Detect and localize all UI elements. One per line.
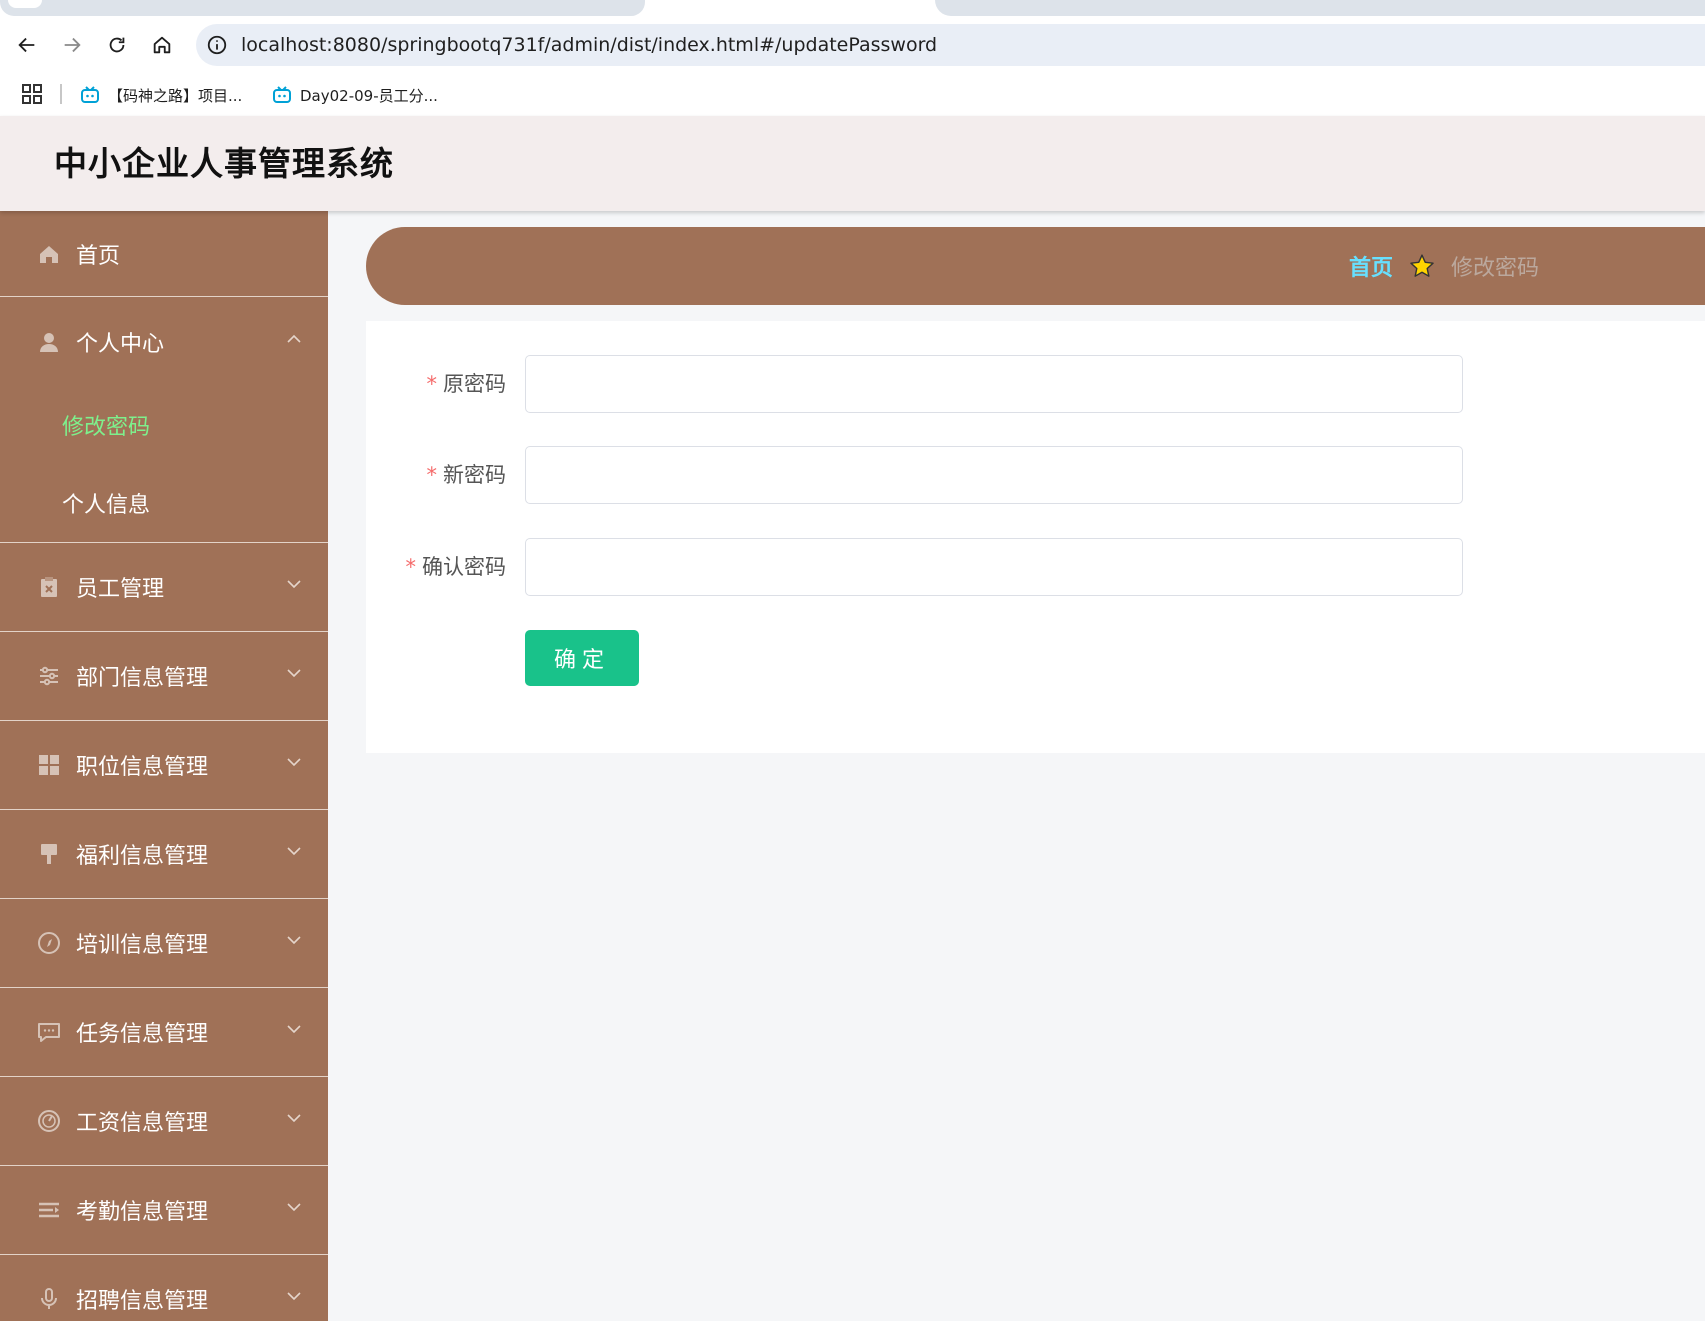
sidebar-item-welfare[interactable]: 福利信息管理 (0, 810, 328, 899)
chevron-down-icon (287, 580, 301, 589)
user-icon (36, 329, 62, 355)
bookmark-label: 【码神之路】项目... (108, 86, 243, 105)
apps-grid-icon[interactable] (22, 84, 42, 104)
sidebar-item-employee[interactable]: 员工管理 (0, 543, 328, 632)
new-password-input[interactable] (525, 446, 1463, 504)
chevron-down-icon (287, 847, 301, 856)
browser-toolbar: localhost:8080/springbootq731f/admin/dis… (0, 16, 1705, 74)
browser-tabstrip (0, 0, 1705, 16)
bookmarks-separator (60, 84, 62, 104)
new-password-label: * 新密码 (426, 463, 507, 487)
sidebar-item-label: 任务信息管理 (76, 1022, 209, 1047)
required-mark: * (426, 372, 438, 396)
sidebar-item-label: 工资信息管理 (76, 1111, 209, 1136)
grid-icon (36, 752, 62, 778)
sidebar-item-personal-center[interactable]: 个人中心 (0, 297, 328, 386)
bilibili-icon (273, 86, 291, 103)
reload-icon (109, 37, 125, 53)
chevron-down-icon (287, 1025, 301, 1034)
sidebar-item-position[interactable]: 职位信息管理 (0, 721, 328, 810)
change-password-form: * 原密码 * 新密码 * 确认密码 确定 (366, 321, 1705, 753)
bilibili-icon (81, 86, 99, 103)
browser-tab[interactable] (935, 0, 1705, 16)
tab-favicon (8, 0, 42, 8)
reload-button[interactable] (100, 28, 134, 62)
submit-button[interactable]: 确定 (525, 630, 639, 686)
back-arrow-icon (18, 37, 35, 53)
chevron-down-icon (287, 936, 301, 945)
url-text[interactable]: localhost:8080/springbootq731f/admin/dis… (241, 24, 937, 66)
star-icon (1410, 254, 1434, 277)
sidebar-item-training[interactable]: 培训信息管理 (0, 899, 328, 988)
browser-tab[interactable] (0, 0, 645, 16)
sidebar-item-recruitment[interactable]: 招聘信息管理 (0, 1255, 328, 1321)
chevron-down-icon (287, 758, 301, 767)
list-icon (36, 1197, 62, 1223)
home-button[interactable] (145, 28, 179, 62)
bookmark-item[interactable]: 【码神之路】项目... (80, 80, 242, 110)
sidebar-subitem-change-password[interactable]: 修改密码 (0, 386, 328, 464)
sidebar-item-label: 职位信息管理 (76, 755, 209, 780)
chevron-down-icon (287, 1114, 301, 1123)
sidebar-item-label: 个人中心 (76, 331, 165, 357)
sidebar-item-attendance[interactable]: 考勤信息管理 (0, 1166, 328, 1255)
sidebar-item-salary[interactable]: 工资信息管理 (0, 1077, 328, 1166)
old-password-label: * 原密码 (426, 372, 507, 396)
app-header: 中小企业人事管理系统 (0, 116, 1705, 211)
submenu-personal-center: 个人中心 修改密码 个人信息 (0, 297, 328, 543)
required-mark: * (405, 555, 417, 579)
clipboard-icon (36, 574, 62, 600)
bookmarks-bar: 【码神之路】项目... Day02-09-员工分... (0, 74, 1705, 116)
microphone-icon (36, 1286, 62, 1312)
form-row-new-password: * 新密码 (366, 446, 1466, 504)
home-icon (153, 36, 171, 54)
back-button[interactable] (10, 28, 44, 62)
compass-icon (36, 930, 62, 956)
breadcrumb-current: 修改密码 (1451, 256, 1540, 281)
brush-icon (36, 841, 62, 867)
form-row-old-password: * 原密码 (366, 355, 1466, 413)
sidebar-subitem-personal-info[interactable]: 个人信息 (0, 464, 328, 542)
sidebar-item-label: 首页 (76, 243, 121, 269)
confirm-password-input[interactable] (525, 538, 1463, 596)
sidebar-item-label: 培训信息管理 (76, 933, 209, 958)
breadcrumb: 首页 修改密码 (1349, 227, 1539, 305)
sidebar-item-task[interactable]: 任务信息管理 (0, 988, 328, 1077)
gauge-icon (36, 1108, 62, 1134)
bookmark-item[interactable]: Day02-09-员工分... (272, 80, 438, 110)
house-icon (36, 241, 62, 267)
bookmark-label: Day02-09-员工分... (300, 86, 438, 105)
sidebar: 首页 个人中心 修改密码 个人信息 员工管理 部门信息管理 职位信息管理 福利信… (0, 211, 328, 1321)
app-title: 中小企业人事管理系统 (54, 144, 394, 183)
chevron-up-icon (287, 334, 301, 343)
chevron-down-icon (287, 1292, 301, 1301)
form-row-confirm-password: * 确认密码 (366, 538, 1466, 596)
sidebar-item-home[interactable]: 首页 (0, 211, 328, 297)
old-password-input[interactable] (525, 355, 1463, 413)
site-info-icon[interactable] (206, 34, 228, 56)
required-mark: * (426, 463, 438, 487)
forward-arrow-icon (64, 37, 81, 53)
sidebar-item-label: 考勤信息管理 (76, 1200, 209, 1225)
sidebar-item-label: 招聘信息管理 (76, 1289, 209, 1314)
sidebar-item-label: 员工管理 (76, 577, 165, 602)
chevron-down-icon (287, 1203, 301, 1212)
breadcrumb-bar: 首页 修改密码 (366, 227, 1705, 305)
sidebar-item-department[interactable]: 部门信息管理 (0, 632, 328, 721)
chevron-down-icon (287, 669, 301, 678)
sidebar-item-label: 部门信息管理 (76, 666, 209, 691)
forward-button[interactable] (55, 28, 89, 62)
message-icon (36, 1019, 62, 1045)
sliders-icon (36, 663, 62, 689)
confirm-password-label: * 确认密码 (405, 555, 507, 579)
address-bar[interactable]: localhost:8080/springbootq731f/admin/dis… (196, 24, 1705, 66)
sidebar-item-label: 福利信息管理 (76, 844, 209, 869)
breadcrumb-home-link[interactable]: 首页 (1349, 250, 1393, 282)
